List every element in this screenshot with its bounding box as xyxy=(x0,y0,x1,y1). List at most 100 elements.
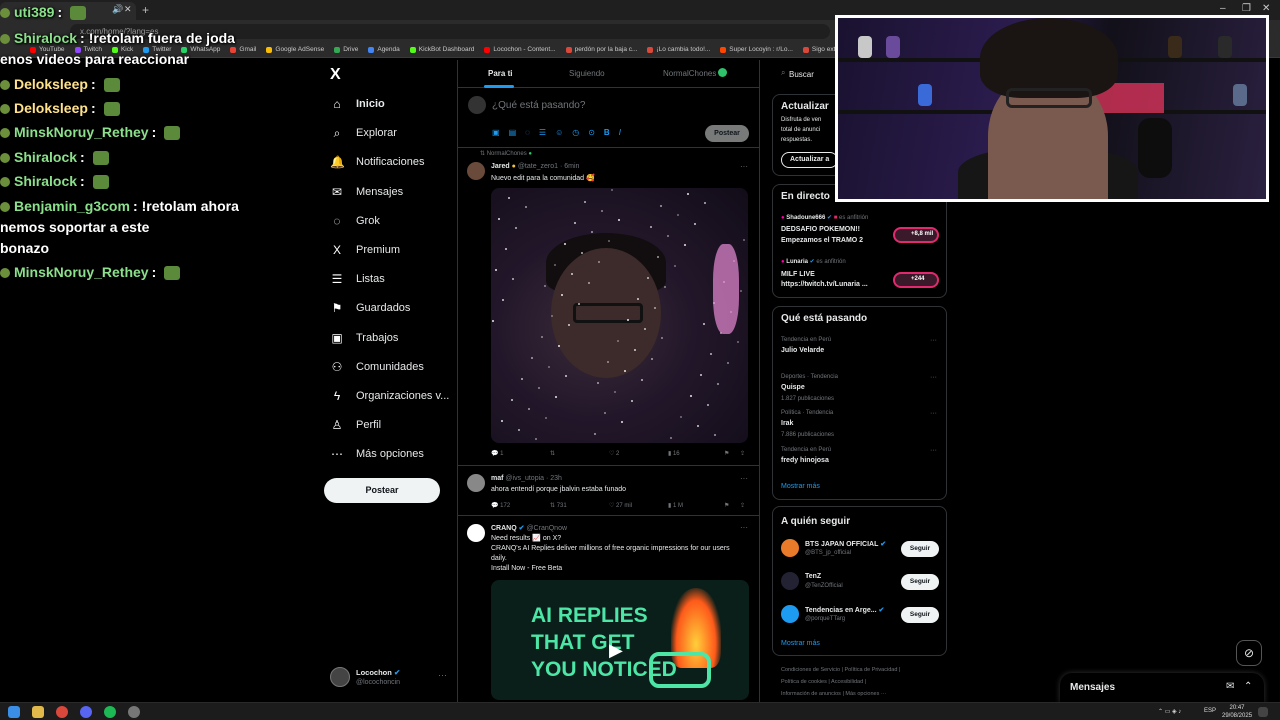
avatar[interactable] xyxy=(781,605,799,623)
trend-name[interactable]: Irak xyxy=(781,420,793,427)
trend-more-icon[interactable]: ··· xyxy=(930,337,937,344)
notification-icon[interactable] xyxy=(1258,707,1268,717)
live-title-1[interactable]: DEDSAFIO POKEMON!! xyxy=(781,226,860,233)
bookmark-item[interactable]: ¡Lo cambia todo!... xyxy=(647,46,710,53)
more-icon[interactable]: ··· xyxy=(438,670,447,680)
live-title-2[interactable]: MILF LIVE xyxy=(781,271,815,278)
follow-button[interactable]: Seguir xyxy=(901,607,939,623)
avatar[interactable] xyxy=(781,539,799,557)
tweet-more-icon[interactable]: ··· xyxy=(740,162,748,171)
play-icon[interactable]: ▶ xyxy=(609,640,623,661)
follow-name[interactable]: BTS JAPAN OFFICIAL ✔ xyxy=(805,540,886,548)
nav-item-more[interactable]: ⋯ Más opciones xyxy=(330,442,424,466)
trend-more-icon[interactable]: ··· xyxy=(930,447,937,454)
nav-item-organizations[interactable]: ϟ Organizaciones v... xyxy=(330,384,450,408)
avatar[interactable] xyxy=(467,162,485,180)
account-switcher[interactable]: Locochon ✔ @locochoncin ··· xyxy=(330,664,450,692)
nav-item-communities[interactable]: ⚇ Comunidades xyxy=(330,355,424,379)
footer-links[interactable]: Condiciones de Servicio | Política de Pr… xyxy=(781,667,900,673)
footer-links[interactable]: Información de anuncios | Más opciones ·… xyxy=(781,691,886,697)
nav-item-lists[interactable]: ☰ Listas xyxy=(330,267,385,291)
like-button[interactable]: ♡ 2 xyxy=(609,450,668,457)
trend-name[interactable]: Quispe xyxy=(781,384,805,391)
repost-button[interactable]: ⇅ xyxy=(550,450,609,457)
file-explorer-icon[interactable] xyxy=(32,706,44,718)
bookmark-item[interactable]: perdón por la baja c... xyxy=(565,46,637,53)
trend-name[interactable]: fredy hinojosa xyxy=(781,457,829,464)
footer-links[interactable]: Política de cookies | Accesibilidad | xyxy=(781,679,866,685)
post-button[interactable]: Postear xyxy=(324,478,440,503)
trend-more-icon[interactable]: ··· xyxy=(930,374,937,381)
tweet-item[interactable]: maf @ivs_utopia · 23h ··· ahora entendí … xyxy=(458,466,759,516)
nav-item-grok[interactable]: ◌ Grok xyxy=(330,209,379,233)
window-close-icon[interactable]: ✕ xyxy=(1262,3,1270,14)
tab-normalchones[interactable]: NormalChones xyxy=(663,69,716,78)
maximize-icon[interactable]: ❐ xyxy=(1242,3,1251,14)
follow-name[interactable]: Tendencias en Arge... ✔ xyxy=(805,606,884,614)
nav-item-premium[interactable]: X Premium xyxy=(330,238,400,262)
tweet-ad-video[interactable]: AI REPLIES THAT GET YOU NOTICED ▶ xyxy=(491,580,749,700)
bookmark-item[interactable]: Locochon - Content... xyxy=(484,46,556,53)
discord-icon[interactable] xyxy=(80,706,92,718)
avatar[interactable] xyxy=(781,572,799,590)
tweet-video[interactable] xyxy=(491,188,748,443)
repost-button[interactable]: ⇅ 731 xyxy=(550,502,609,509)
compose-post-button[interactable]: Postear xyxy=(705,125,749,142)
nav-item-notifications[interactable]: 🔔 Notificaciones xyxy=(330,150,424,174)
chevron-up-icon[interactable]: ⌃ xyxy=(1244,681,1252,692)
x-logo[interactable]: X xyxy=(330,66,341,84)
nav-item-jobs[interactable]: ▣ Trabajos xyxy=(330,326,398,350)
messages-drawer[interactable]: Mensajes ✉ ⌃ xyxy=(1060,673,1264,703)
chrome-icon[interactable] xyxy=(56,706,68,718)
avatar[interactable] xyxy=(467,524,485,542)
follow-button[interactable]: Seguir xyxy=(901,541,939,557)
tweet-more-icon[interactable]: ··· xyxy=(740,523,748,532)
tweet-more-icon[interactable]: ··· xyxy=(740,474,748,483)
reply-button[interactable]: 💬 172 xyxy=(491,502,550,509)
avatar[interactable] xyxy=(467,474,485,492)
new-message-icon[interactable]: ✉ xyxy=(1226,681,1234,692)
tweet-item[interactable]: ⇅ NormalChones ● Jared ● @tate_zero1 · 6… xyxy=(458,148,759,466)
start-icon[interactable] xyxy=(8,706,20,718)
nav-item-explore[interactable]: ⌕ Explorar xyxy=(330,121,397,145)
bookmark-item[interactable]: Drive xyxy=(334,46,358,53)
share-icon[interactable]: ⇪ xyxy=(740,502,745,509)
compose-tools[interactable]: ▣▤◌☰☺◷⊙BI xyxy=(492,128,630,137)
views-button[interactable]: ▮ 16 xyxy=(668,450,727,457)
trends-show-more[interactable]: Mostrar más xyxy=(781,483,820,490)
like-button[interactable]: ♡ 27 mil xyxy=(609,502,668,509)
upgrade-button[interactable]: Actualizar a xyxy=(781,152,839,168)
trend-more-icon[interactable]: ··· xyxy=(930,410,937,417)
live-host[interactable]: ● Lunaria ✔ es anfitrión xyxy=(781,258,846,265)
bookmark-item[interactable]: Agenda xyxy=(368,46,400,53)
spotify-icon[interactable] xyxy=(104,706,116,718)
follow-show-more[interactable]: Mostrar más xyxy=(781,640,820,647)
follow-button[interactable]: Seguir xyxy=(901,574,939,590)
compose-input[interactable]: ¿Qué está pasando? xyxy=(492,100,585,111)
live-count-badge[interactable]: +244 xyxy=(893,272,939,288)
nav-item-profile[interactable]: ♙ Perfil xyxy=(330,413,381,437)
clock[interactable]: 20:47 29/08/2025 xyxy=(1222,704,1252,720)
nav-item-bookmarks[interactable]: ⚑ Guardados xyxy=(330,296,411,320)
nav-item-home[interactable]: ⌂ Inicio xyxy=(330,92,384,116)
reply-button[interactable]: 💬 1 xyxy=(491,450,550,457)
bookmark-item[interactable]: KickBot Dashboard xyxy=(409,46,474,53)
share-icon[interactable]: ⇪ xyxy=(740,450,745,457)
obs-icon[interactable] xyxy=(128,706,140,718)
live-count-badge[interactable]: +8,8 mil xyxy=(893,227,939,243)
nav-item-messages[interactable]: ✉ Mensajes xyxy=(330,180,403,204)
tweet-author[interactable]: CRANQ ✔ @CranQnow xyxy=(491,524,567,532)
tray-icons[interactable]: ⌃ ▭ ◈ ♪ xyxy=(1158,708,1181,715)
tweet-item[interactable]: CRANQ ✔ @CranQnow ··· Need results 📈 on … xyxy=(458,516,759,720)
bookmark-icon[interactable]: ⚑ xyxy=(724,502,729,509)
views-button[interactable]: ▮ 1 M xyxy=(668,502,727,509)
tab-siguiendo[interactable]: Siguiendo xyxy=(569,69,605,78)
language-indicator[interactable]: ESP xyxy=(1204,708,1216,714)
search-input[interactable]: Buscar xyxy=(789,70,814,79)
live-host[interactable]: ● Shadoune666 ✔ ■ es anfitrión xyxy=(781,214,868,221)
bookmark-icon[interactable]: ⚑ xyxy=(724,450,729,457)
tab-para-ti[interactable]: Para ti xyxy=(488,69,512,78)
trend-name[interactable]: Julio Velarde xyxy=(781,347,824,354)
grok-icon[interactable]: ⊘ xyxy=(1236,640,1262,666)
tweet-author[interactable]: maf @ivs_utopia · 23h xyxy=(491,475,562,482)
